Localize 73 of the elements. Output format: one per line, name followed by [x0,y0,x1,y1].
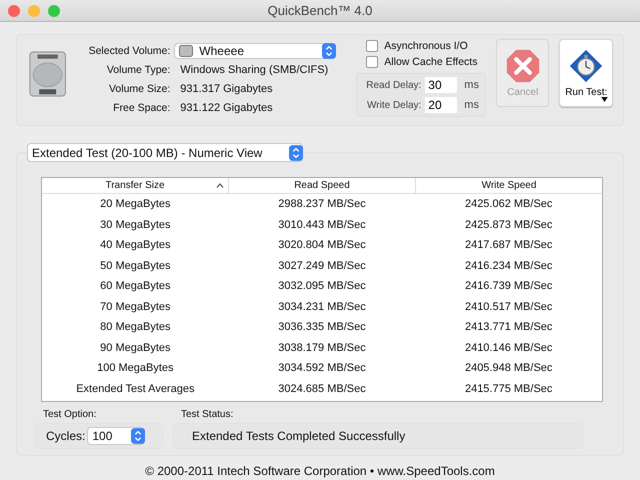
menu-arrow-icon [601,97,608,102]
table-cell-text: 3038.179 MB/Sec [277,342,367,354]
minimize-button[interactable] [28,4,40,16]
table-cell-text: 2405.948 MB/Sec [464,362,554,374]
field-value: 931.122 Gigabytes [180,102,273,114]
table-cell-text: Extended Test Averages [75,382,196,395]
table-cell-text: 40 MegaBytes [99,239,172,252]
table-cell-text: 30 MegaBytes [99,218,172,231]
table-cell-text: 2410.146 MB/Sec [464,342,554,354]
field-label: Cycles: [46,429,86,443]
table-cell-text: 2417.687 MB/Sec [464,239,554,252]
sort-caret-icon [216,183,224,188]
table-cell-text: 80 MegaBytes [99,321,172,334]
copyright-text: © 2000-2011 Intech Software Corporation • www.SpeedTools.com [144,464,496,478]
run-test-button[interactable]: Run Test: [559,39,613,107]
table-cell-text: 2988.237 MB/Sec [277,198,367,210]
column-header[interactable]: Read Speed [229,178,416,193]
column-header[interactable]: Write Speed [416,178,602,193]
table-cell-text: 70 MegaBytes [99,300,172,313]
checkbox-label: Asynchronous I/O [384,40,468,52]
checkbox[interactable]: Asynchronous I/O [356,39,486,53]
checkbox-box[interactable] [366,56,378,68]
table-cell-text: 60 MegaBytes [99,280,172,292]
table-cell-text: 3032.095 MB/Sec [277,280,367,292]
column-header[interactable]: Transfer Size [42,178,229,193]
field-label: Write Delay: [366,100,422,110]
field-label: Read Delay: [365,80,422,90]
volume-dropdown[interactable]: Wheeee [174,42,336,58]
close-button[interactable] [8,4,20,16]
table-cell-text: 2425.873 MB/Sec [464,218,554,231]
field-label: Free Space: [112,102,170,114]
table-cell-text: 2416.234 MB/Sec [464,260,554,272]
table-cell-text: 3027.249 MB/Sec [277,260,367,272]
table-cell-text: 2415.775 MB/Sec [464,382,554,395]
dropdown-arrows-icon [289,144,303,160]
dropdown-arrows-icon [131,428,146,444]
zoom-button[interactable] [48,4,60,16]
field-label: Selected Volume: [88,44,170,56]
dropdown-arrows-icon [322,42,336,58]
unit-label: ms [464,99,479,111]
status-message: Extended Tests Completed Successfully [192,429,406,443]
checkbox-label: Allow Cache Effects [384,56,478,68]
stopwatch-icon [569,48,604,82]
field-label: Volume Size: [108,82,170,94]
checkbox-box[interactable] [366,40,378,52]
table-cell-text: 90 MegaBytes [99,342,172,354]
drive-icon [179,44,194,56]
cycles-dropdown[interactable]: 100 [87,427,146,445]
table-cell-text: 3020.804 MB/Sec [277,239,367,252]
field-value: 931.317 Gigabytes [180,82,273,94]
window-title: QuickBench™ 4.0 [268,3,372,18]
table-cell-text: 2413.771 MB/Sec [464,321,554,334]
table-cell-text: 2410.517 MB/Sec [464,300,554,313]
group-heading: Test Option: [42,409,98,420]
table-cell-text: 20 MegaBytes [99,198,172,210]
table-cell-text: 3034.231 MB/Sec [277,300,367,313]
input-field[interactable]: 30 [425,77,458,93]
table-cell-text: 3010.443 MB/Sec [277,218,367,231]
unit-label: ms [464,79,479,91]
table-cell-text: 2416.739 MB/Sec [464,280,554,292]
table-cell-text: 3034.592 MB/Sec [277,362,367,374]
table-cell-text: 50 MegaBytes [99,260,172,272]
stop-sign-icon [506,48,540,82]
checkbox[interactable]: Allow Cache Effects [356,55,486,69]
table-cell-text: 3036.335 MB/Sec [277,321,367,334]
group-heading: Test Status: [180,409,234,420]
table-cell-text: 100 MegaBytes [96,362,175,374]
field-value: Windows Sharing (SMB/CIFS) [180,64,328,76]
table-cell-text: 2425.062 MB/Sec [464,198,554,210]
view-dropdown[interactable]: Extended Test (20-100 MB) - Numeric View [27,143,303,162]
field-label: Volume Type: [106,64,170,76]
input-field[interactable]: 20 [425,97,458,113]
table-cell-text: 3024.685 MB/Sec [277,382,367,395]
